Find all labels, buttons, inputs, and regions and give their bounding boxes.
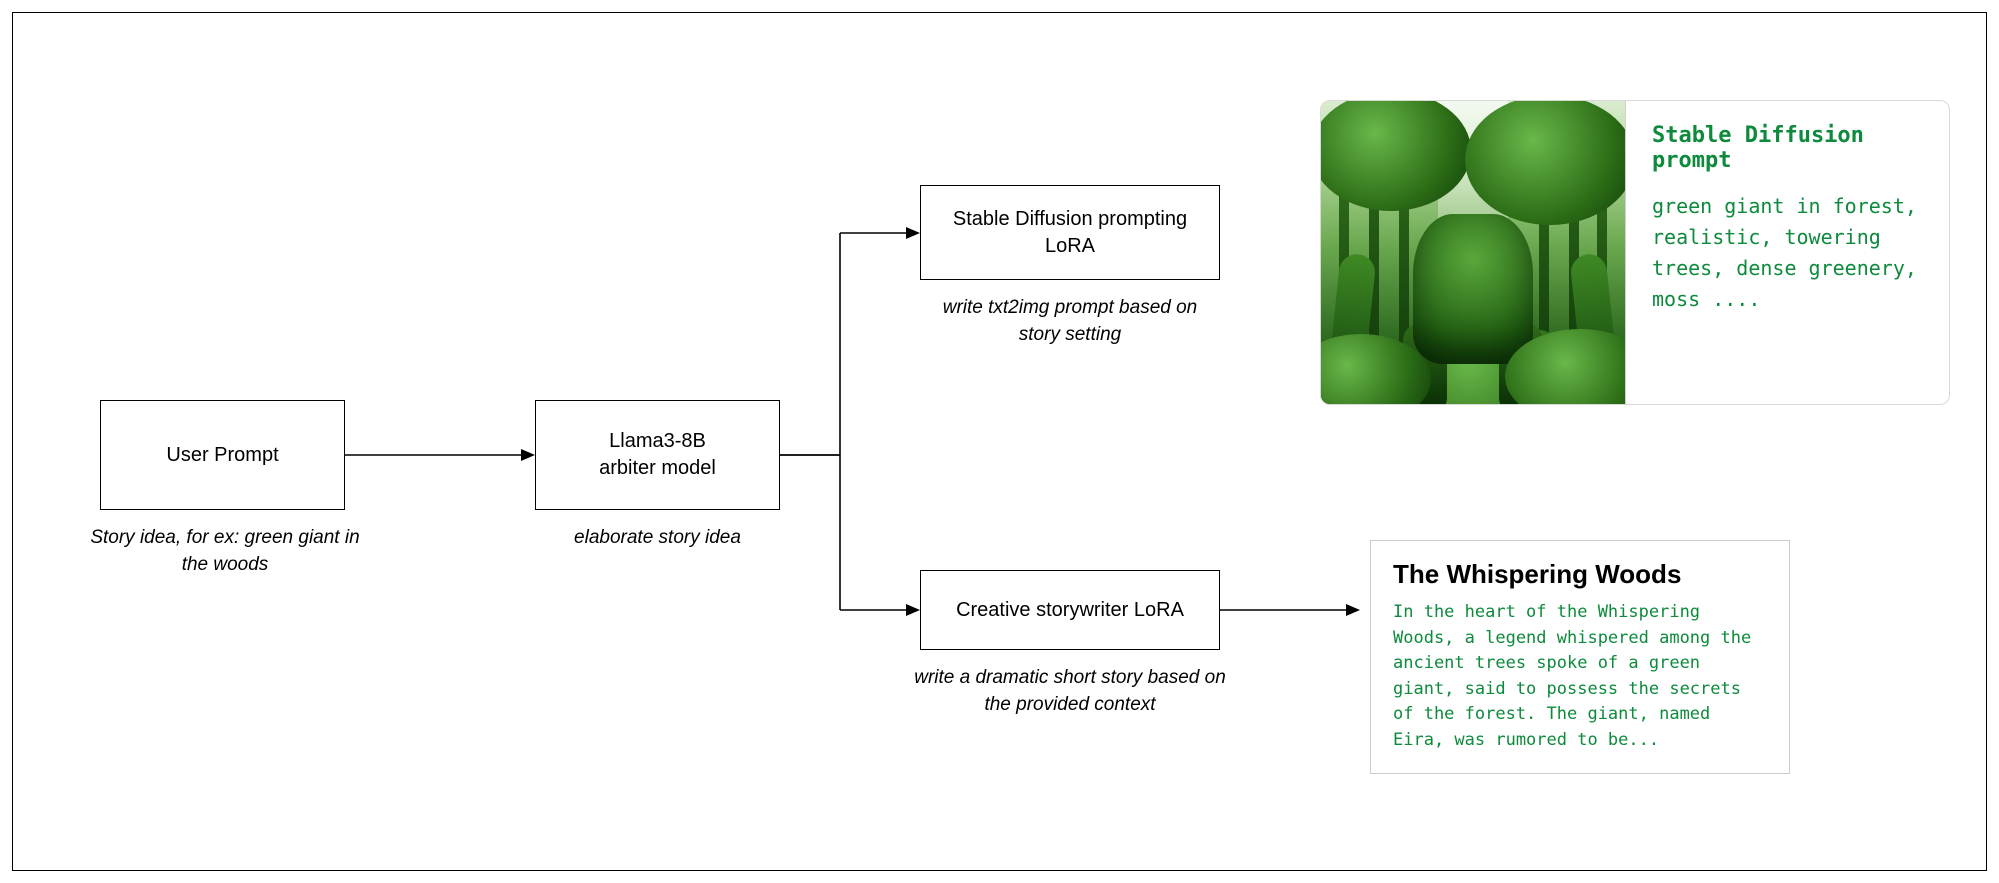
caption-arbiter: elaborate story idea — [535, 525, 780, 552]
arrow-story-to-output — [1220, 600, 1360, 620]
output-story-card: The Whispering Woods In the heart of the… — [1370, 540, 1790, 774]
node-sd-lora-label: Stable Diffusion prompting LoRA — [953, 206, 1187, 260]
node-arbiter-label: Llama3-8B arbiter model — [599, 428, 716, 482]
node-user-prompt: User Prompt — [100, 400, 345, 510]
node-user-prompt-label: User Prompt — [166, 442, 278, 469]
output-sd-image — [1321, 101, 1626, 404]
node-arbiter: Llama3-8B arbiter model — [535, 400, 780, 510]
arrow-user-to-arbiter — [345, 445, 535, 465]
output-sd-title: Stable Diffusion prompt — [1652, 123, 1923, 173]
arrow-arbiter-to-story — [780, 452, 920, 622]
caption-sd-lora: write txt2img prompt based on story sett… — [920, 295, 1220, 348]
output-sd-text-panel: Stable Diffusion prompt green giant in f… — [1626, 101, 1949, 404]
output-story-title: The Whispering Woods — [1393, 559, 1767, 590]
node-story-lora: Creative storywriter LoRA — [920, 570, 1220, 650]
node-sd-lora: Stable Diffusion prompting LoRA — [920, 185, 1220, 280]
node-story-lora-label: Creative storywriter LoRA — [956, 597, 1184, 624]
output-sd-body: green giant in forest, realistic, toweri… — [1652, 191, 1923, 315]
caption-user-prompt: Story idea, for ex: green giant in the w… — [80, 525, 370, 578]
arrow-arbiter-to-sd — [780, 225, 920, 465]
output-story-body: In the heart of the Whispering Woods, a … — [1393, 600, 1767, 753]
output-sd-card: Stable Diffusion prompt green giant in f… — [1320, 100, 1950, 405]
caption-story-lora: write a dramatic short story based on th… — [900, 665, 1240, 718]
